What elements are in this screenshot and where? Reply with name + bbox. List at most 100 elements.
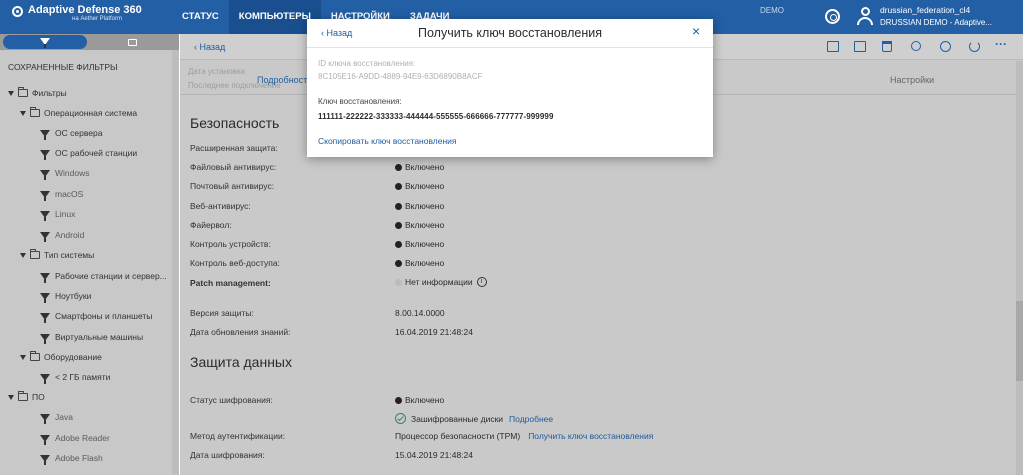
tree-filter-linux[interactable]: Linux — [40, 206, 75, 222]
recovery-key-id-value: 8C105E16-A9DD-4889-94E9-63D6890B8ACF — [318, 72, 483, 81]
tree-filter-laptops[interactable]: Ноутбуки — [40, 288, 91, 304]
filter-icon — [40, 272, 50, 283]
tab-details[interactable]: Подробности — [257, 75, 312, 85]
copy-recovery-key-link[interactable]: Скопировать ключ восстановления — [318, 136, 457, 146]
filter-icon — [40, 149, 50, 160]
main-scrollbar-thumb[interactable] — [1016, 301, 1023, 381]
sidebar-tab-filters[interactable] — [3, 35, 87, 49]
tree-filter-workstation-os[interactable]: ОС рабочей станции — [40, 145, 137, 161]
user-organization[interactable]: DRUSSIAN DEMO - Adaptive... — [880, 18, 992, 27]
main-scrollbar[interactable] — [1016, 61, 1023, 475]
folder-icon — [30, 249, 40, 259]
mail-antivirus-status: Включено — [395, 181, 444, 191]
back-link[interactable]: ‹ Назад — [194, 42, 225, 52]
filter-icon — [40, 129, 50, 140]
tree-filter-adobe-reader[interactable]: Adobe Reader — [40, 430, 110, 446]
sidebar-tabs — [0, 34, 179, 50]
tree-filter-phones-tablets[interactable]: Смартфоны и планшеты — [40, 308, 152, 324]
brand-name: Adaptive Defense 360 — [28, 4, 142, 16]
folder-icon — [127, 39, 137, 47]
folder-icon — [30, 351, 40, 361]
status-dot-icon — [395, 278, 402, 286]
filter-icon — [40, 38, 50, 48]
caret-down-icon[interactable] — [20, 110, 26, 116]
get-recovery-key-link[interactable]: Получить ключ восстановления — [528, 431, 653, 441]
recovery-key-value: 111111-222222-333333-444444-555555-66666… — [318, 112, 554, 121]
encryption-status-value: Включено — [395, 395, 444, 405]
tree-filter-android[interactable]: Android — [40, 227, 84, 243]
auth-method-value: Процессор безопасности (TPM) Получить кл… — [395, 431, 654, 441]
gear-icon[interactable] — [825, 9, 840, 24]
caret-down-icon[interactable] — [20, 354, 26, 360]
user-icon-body — [857, 17, 873, 25]
trash-icon[interactable] — [882, 41, 892, 52]
folder-icon — [30, 107, 40, 117]
more-icon[interactable]: ··· — [995, 38, 1007, 50]
device-control-label: Контроль устройств: — [190, 239, 271, 249]
folder-icon[interactable] — [854, 41, 866, 52]
firewall-status: Включено — [395, 220, 444, 230]
security-title: Безопасность — [190, 115, 280, 131]
web-access-control-label: Контроль веб-доступа: — [190, 258, 280, 268]
tree-filter-java[interactable]: Java — [40, 409, 73, 425]
tree-folder-system-type[interactable]: Тип системы — [20, 247, 94, 263]
check-circle-icon — [395, 413, 406, 424]
file-antivirus-label: Файловый антивирус: — [190, 162, 277, 172]
move-to-folder-icon[interactable] — [827, 41, 839, 52]
close-icon[interactable]: × — [692, 24, 700, 38]
filter-icon — [40, 169, 50, 180]
tree-filter-workstations-servers[interactable]: Рабочие станции и сервер... — [40, 268, 167, 284]
data-protection-title: Защита данных — [190, 354, 292, 370]
tab-settings[interactable]: Настройки — [890, 75, 934, 85]
firewall-label: Файервол: — [190, 220, 232, 230]
caret-down-icon[interactable] — [8, 90, 14, 96]
brand-logo-icon — [12, 6, 23, 17]
caret-down-icon[interactable] — [8, 394, 14, 400]
status-dot-icon — [395, 259, 402, 267]
filter-icon — [40, 190, 50, 201]
web-antivirus-status: Включено — [395, 201, 444, 211]
caret-down-icon[interactable] — [20, 252, 26, 258]
status-dot-icon — [395, 396, 402, 404]
folder-icon — [18, 87, 28, 97]
encryption-date-value: 15.04.2019 21:48:24 — [395, 450, 473, 460]
advanced-protection-label: Расширенная защита: — [190, 143, 278, 153]
tree-filter-macos[interactable]: macOS — [40, 186, 83, 202]
user-name[interactable]: drussian_federation_cl4 — [880, 5, 970, 15]
protection-version-label: Версия защиты: — [190, 308, 254, 318]
encrypted-disks-row: Зашифрованные диски Подробнее — [395, 413, 553, 424]
patch-management-status: Нет информации i — [395, 277, 487, 287]
user-icon[interactable] — [861, 7, 870, 16]
recovery-key-label: Ключ восстановления: — [318, 97, 402, 106]
tree-filter-adobe-flash[interactable]: Adobe Flash — [40, 450, 103, 466]
filter-icon — [40, 210, 50, 221]
more-link[interactable]: Подробнее — [509, 414, 553, 424]
sidebar-scrollbar[interactable] — [172, 50, 179, 475]
sidebar-tab-groups[interactable] — [88, 35, 176, 49]
refresh-icon[interactable] — [969, 41, 980, 52]
nav-tab-status[interactable]: СТАТУС — [172, 0, 229, 34]
search-icon[interactable] — [911, 41, 921, 51]
status-dot-icon — [395, 240, 402, 248]
info-icon[interactable]: i — [476, 277, 487, 287]
tree-filter-server-os[interactable]: ОС сервера — [40, 125, 102, 141]
status-dot-icon — [395, 163, 402, 171]
tree-filter-windows[interactable]: Windows — [40, 165, 89, 181]
filter-icon — [40, 231, 50, 242]
knowledge-update-value: 16.04.2019 21:48:24 — [395, 327, 473, 337]
file-antivirus-status: Включено — [395, 162, 444, 172]
folder-icon — [18, 391, 28, 401]
tree-folder-filters[interactable]: Фильтры — [8, 85, 67, 101]
tree-filter-virtual-machines[interactable]: Виртуальные машины — [40, 329, 143, 345]
protection-version-value: 8.00.14.0000 — [395, 308, 445, 318]
tree-folder-hardware[interactable]: Оборудование — [20, 349, 102, 365]
patch-management-label: Patch management: — [190, 278, 271, 288]
tree-folder-software[interactable]: ПО — [8, 389, 45, 405]
clock-icon[interactable] — [940, 41, 951, 52]
filter-icon — [40, 434, 50, 445]
demo-badge: DEMO — [760, 6, 784, 15]
tree-filter-low-memory[interactable]: < 2 ГБ памяти — [40, 369, 110, 385]
mail-antivirus-label: Почтовый антивирус: — [190, 181, 275, 191]
tree-folder-os[interactable]: Операционная система — [20, 105, 137, 121]
filter-icon — [40, 333, 50, 344]
